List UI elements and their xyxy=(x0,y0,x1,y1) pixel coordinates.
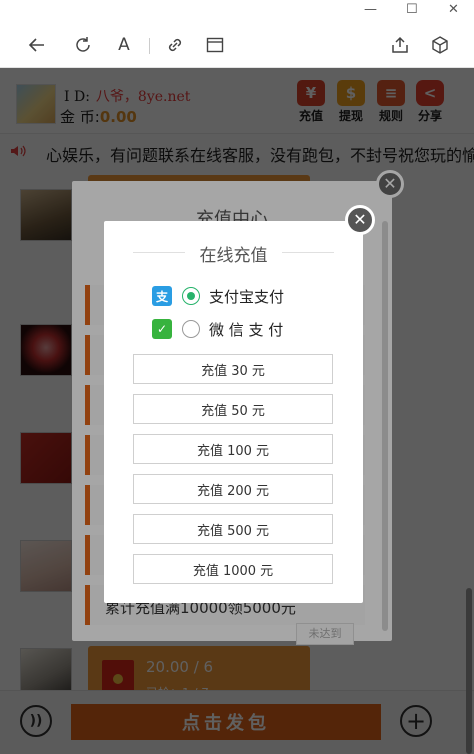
alipay-icon: 支 xyxy=(152,286,172,306)
title-divider xyxy=(282,252,334,253)
alipay-radio[interactable] xyxy=(182,287,200,305)
wechat-icon: ✓ xyxy=(152,319,172,339)
link-icon[interactable] xyxy=(164,34,186,56)
close-window-button[interactable]: ✕ xyxy=(448,2,459,17)
recharge-500-button[interactable]: 充值 500 元 xyxy=(133,514,333,544)
arrow-left-icon[interactable] xyxy=(26,34,48,56)
maximize-button[interactable]: ☐ xyxy=(406,2,418,17)
online-recharge-title: 在线充值 xyxy=(199,246,268,266)
payment-option-wechat[interactable]: ✓ 微 信 支 付 xyxy=(152,317,283,341)
wechat-label: 微 信 支 付 xyxy=(209,320,284,339)
reader-mode-button[interactable]: A xyxy=(113,34,135,56)
window-icon[interactable] xyxy=(204,34,226,56)
share-icon[interactable] xyxy=(389,34,411,56)
alipay-label: 支付宝支付 xyxy=(209,287,285,306)
recharge-200-button[interactable]: 充值 200 元 xyxy=(133,474,333,504)
online-recharge-modal: 在线充值 支 支付宝支付 ✓ 微 信 支 付 充值 30 元 充值 50 元 充… xyxy=(104,221,363,603)
recharge-50-button[interactable]: 充值 50 元 xyxy=(133,394,333,424)
recharge-1000-button[interactable]: 充值 1000 元 xyxy=(133,554,333,584)
cube-icon[interactable] xyxy=(429,34,451,56)
recharge-30-button[interactable]: 充值 30 元 xyxy=(133,354,333,384)
recharge-100-button[interactable]: 充值 100 元 xyxy=(133,434,333,464)
window-titlebar: — ☐ ✕ xyxy=(0,0,474,22)
browser-toolbar: A xyxy=(0,22,474,68)
close-online-recharge-button[interactable]: ✕ xyxy=(345,205,375,235)
payment-option-alipay[interactable]: 支 支付宝支付 xyxy=(152,284,284,308)
wechat-radio[interactable] xyxy=(182,320,200,338)
reload-icon[interactable] xyxy=(72,34,94,56)
minimize-button[interactable]: — xyxy=(364,2,377,17)
toolbar-divider xyxy=(149,38,150,54)
